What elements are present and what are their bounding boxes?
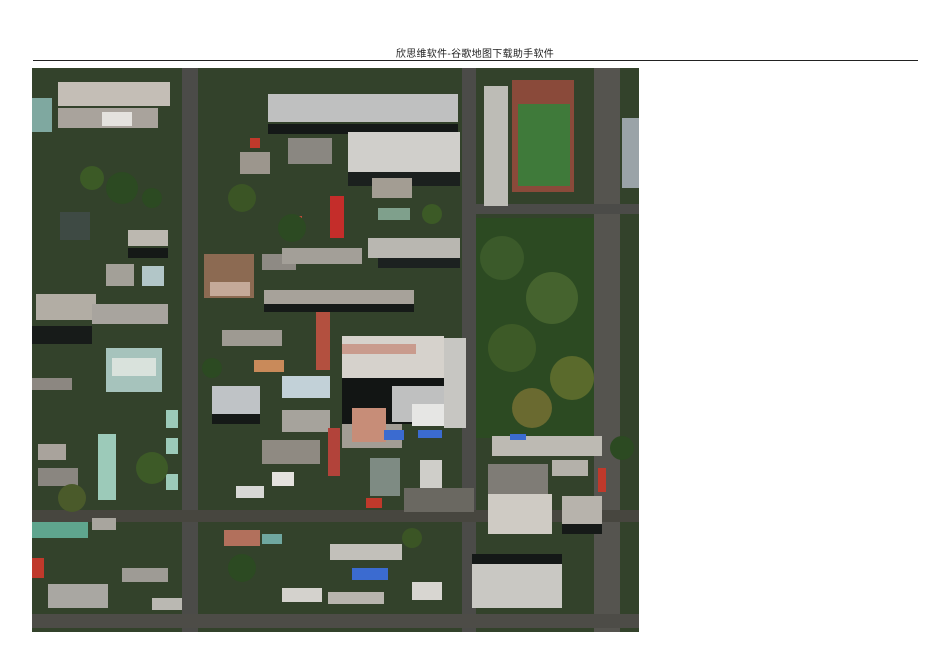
satellite-map-image bbox=[32, 68, 639, 632]
page-header: 欣思维软件-谷歌地图下载助手软件 bbox=[395, 49, 555, 60]
header-divider bbox=[33, 60, 918, 61]
